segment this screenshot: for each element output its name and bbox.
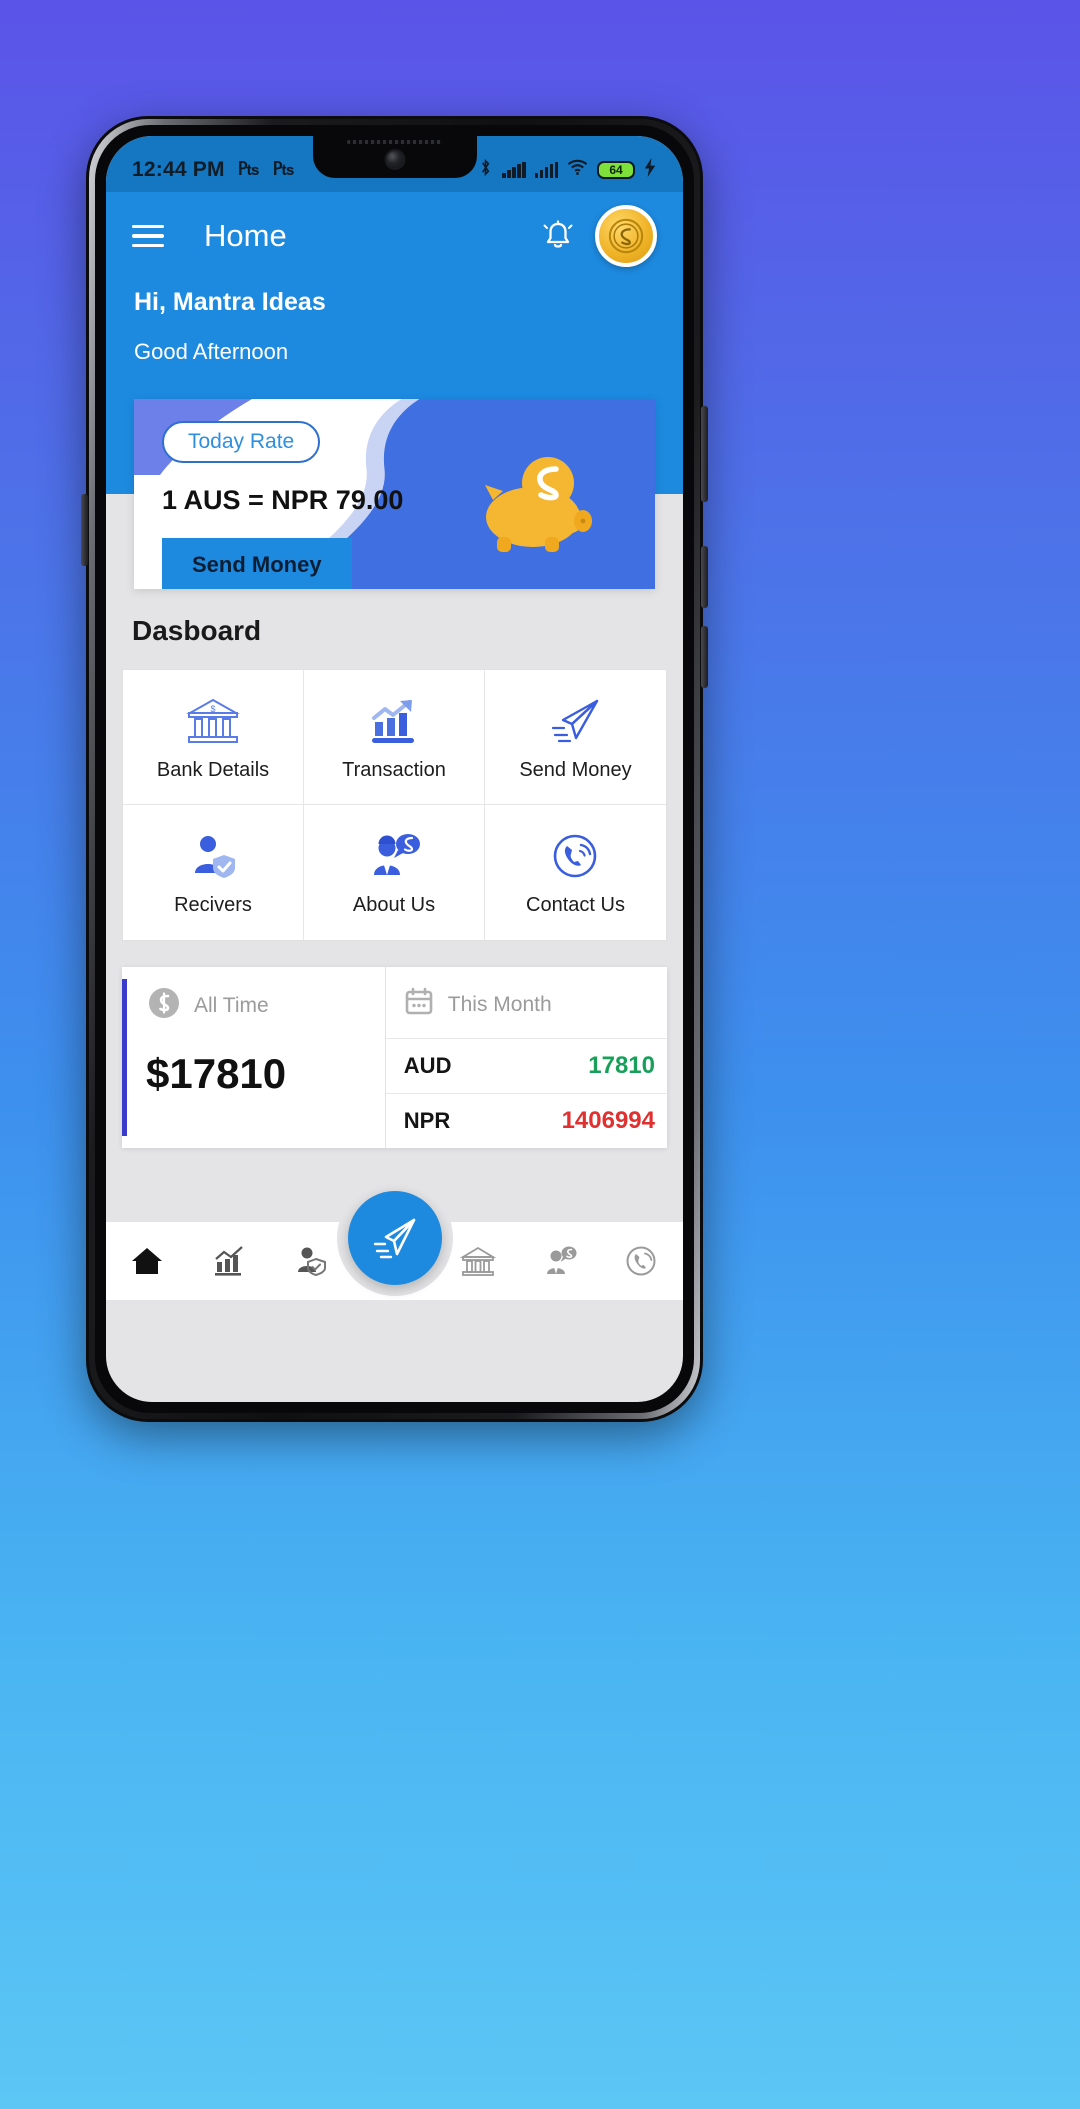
tile-label: Transaction (342, 758, 446, 781)
nav-about-us[interactable] (519, 1245, 601, 1277)
charging-bolt-icon (644, 158, 657, 182)
wifi-icon (567, 159, 588, 181)
tile-label: Recivers (174, 894, 252, 916)
table-row: AUD 17810 (385, 1038, 667, 1093)
this-month-stat-card: This Month AUD 17810 NPR 1406994 (385, 967, 667, 1148)
header-actions (543, 205, 657, 267)
user-shield-icon (186, 828, 240, 884)
nav-home[interactable] (106, 1244, 188, 1278)
send-money-fab[interactable] (347, 1191, 442, 1285)
phone-call-icon (549, 828, 603, 884)
currency-amount: 17810 (588, 1052, 655, 1079)
send-money-button[interactable]: Send Money (162, 538, 352, 589)
paper-plane-icon (373, 1218, 415, 1259)
today-rate-pill[interactable]: Today Rate (162, 421, 321, 463)
avatar[interactable] (595, 205, 657, 267)
tile-bank-details[interactable]: $ Bank Details (123, 670, 304, 805)
earpiece-speaker (346, 140, 443, 144)
this-month-label: This Month (447, 992, 552, 1016)
hamburger-menu-icon[interactable] (132, 224, 164, 248)
signal-icon (502, 162, 526, 178)
currency-code: AUD (403, 1053, 452, 1078)
all-time-label: All Time (194, 993, 269, 1017)
person-dollar-icon (547, 1246, 577, 1274)
calendar-icon (404, 987, 434, 1022)
nav-transaction[interactable] (188, 1245, 270, 1277)
phone-screen: 12:44 PM ₧ ₧ 64 Home Hi, Mantra Ideas Go… (106, 136, 683, 1402)
dashboard-section: Dasboard $ Bank Details Transaction Send… (106, 589, 683, 1300)
currency-amount: 1406994 (561, 1107, 655, 1134)
status-bar: 12:44 PM ₧ ₧ 64 (106, 136, 683, 192)
chart-icon (214, 1246, 243, 1276)
all-time-value: $17810 (146, 1050, 287, 1097)
greeting-block: Hi, Mantra Ideas Good Afternoon (106, 266, 683, 399)
dollar-coin-icon (148, 987, 180, 1024)
volume-up-button[interactable] (701, 546, 708, 608)
p-icon: ₧ (237, 158, 260, 180)
phone-call-icon (626, 1246, 656, 1276)
stats-row: All Time $17810 This Month AUD 17810 NPR… (122, 967, 667, 1148)
tile-recivers[interactable]: Recivers (123, 805, 304, 940)
bank-icon: $ (186, 693, 240, 749)
all-time-stat-card: All Time $17810 (122, 967, 386, 1148)
greeting-name: Hi, Mantra Ideas (134, 288, 326, 316)
page-title: Home (204, 218, 287, 253)
camera-notch (312, 136, 477, 178)
phone-device: 12:44 PM ₧ ₧ 64 Home Hi, Mantra Ideas Go… (81, 116, 708, 1422)
greeting-time-of-day: Good Afternoon (134, 339, 289, 364)
sim-tray (81, 494, 88, 566)
tile-label: About Us (352, 894, 436, 916)
tile-transaction[interactable]: Transaction (304, 670, 485, 805)
user-shield-icon (297, 1247, 326, 1277)
signal-icon (534, 162, 558, 178)
rate-card-wrap: Today Rate 1 AUS = NPR 79.00 Send Money (106, 399, 683, 589)
table-row: NPR 1406994 (385, 1093, 667, 1148)
home-icon (131, 1248, 162, 1274)
status-time: 12:44 PM (132, 158, 225, 181)
battery-indicator: 64 (597, 161, 635, 179)
paper-plane-icon (549, 693, 603, 749)
bluetooth-icon (478, 158, 493, 182)
volume-down-button[interactable] (701, 626, 708, 688)
nav-contact-us[interactable] (601, 1245, 683, 1277)
fab-ring (336, 1180, 453, 1296)
p-icon: ₧ (272, 158, 295, 180)
front-camera-icon (384, 149, 405, 170)
tile-label: Send Money (519, 758, 632, 781)
bar-chart-icon (367, 693, 421, 749)
notification-bell-icon[interactable] (543, 220, 573, 252)
tile-send-money[interactable]: Send Money (485, 670, 666, 805)
piggy-bank-icon (485, 457, 592, 552)
dashboard-title: Dasboard (132, 615, 262, 646)
status-icons: 64 (478, 158, 657, 182)
currency-code: NPR (403, 1108, 451, 1133)
tile-label: Bank Details (156, 758, 270, 781)
bank-icon (460, 1246, 497, 1276)
battery-level: 64 (609, 163, 623, 177)
coin-avatar-icon (608, 218, 644, 254)
tile-about-us[interactable]: About Us (304, 805, 485, 940)
tile-label: Contact Us (526, 894, 625, 916)
dashboard-tile-grid: $ Bank Details Transaction Send Money Re… (122, 669, 667, 941)
app-header: Home (106, 192, 683, 267)
tile-contact-us[interactable]: Contact Us (485, 805, 666, 940)
today-rate-card: Today Rate 1 AUS = NPR 79.00 Send Money (134, 399, 655, 589)
bottom-area (106, 1172, 683, 1300)
person-speech-dollar-icon (367, 828, 421, 884)
power-button[interactable] (701, 406, 708, 502)
